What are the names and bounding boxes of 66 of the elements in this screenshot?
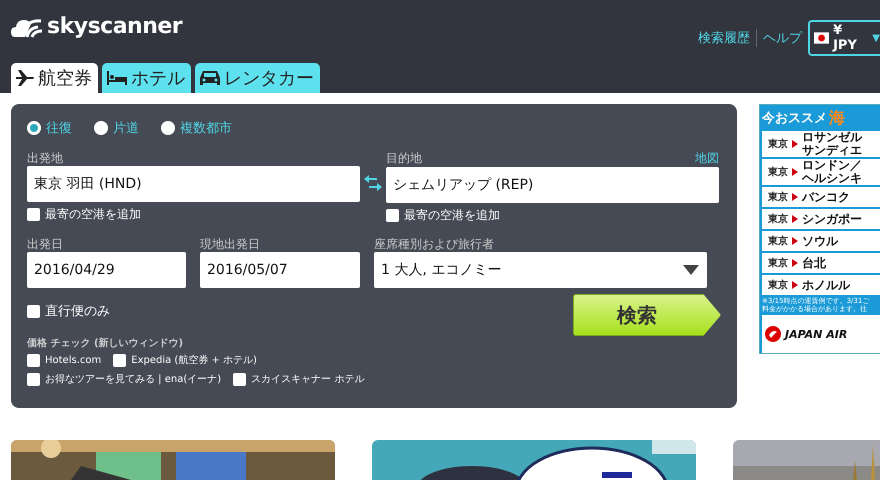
- arrow-icon: [792, 215, 798, 223]
- radio-label: 片道: [113, 120, 139, 137]
- price-check-option[interactable]: Expedia (航空券 + ホテル): [113, 353, 257, 367]
- field-label: 座席種別および旅行者: [374, 236, 495, 252]
- direct-checkbox[interactable]: 直行便のみ: [27, 302, 397, 320]
- arrow-icon: [792, 193, 798, 201]
- tab[interactable]: 航空券: [11, 63, 98, 93]
- price-check-option[interactable]: スカイスキャナー ホテル: [233, 372, 364, 386]
- ad-title: 今おススメ: [762, 110, 827, 127]
- bed-icon: [106, 70, 128, 86]
- arrow-icon: [792, 281, 798, 289]
- route-row[interactable]: 東京 ソウル: [762, 231, 880, 251]
- checkbox-label: スカイスキャナー ホテル: [251, 373, 364, 386]
- caret-icon: ▼: [872, 32, 880, 44]
- nearby-checkbox[interactable]: 最寄の空港を追加: [27, 206, 360, 223]
- date-field[interactable]: 2016/04/29: [27, 252, 186, 288]
- route-row[interactable]: 東京 ロンドン／ ヘルシンキ: [762, 159, 880, 185]
- map-link[interactable]: 地図: [695, 150, 719, 167]
- tab[interactable]: ホテル: [102, 63, 191, 93]
- route-row[interactable]: 東京 ロサンゼル サンディエ: [762, 131, 880, 157]
- arrow-icon: [792, 237, 798, 245]
- checkbox-label: Expedia (航空券 + ホテル): [131, 354, 257, 367]
- cabin-select[interactable]: 1 大人, エコノミー: [374, 252, 707, 288]
- radio-label: 往復: [46, 120, 72, 137]
- tab[interactable]: レンタカー: [195, 63, 320, 93]
- crane-logo-icon: [765, 326, 781, 342]
- arrow-icon: [792, 140, 798, 148]
- plane-icon: [15, 69, 35, 87]
- route-row[interactable]: 東京 シンガポー: [762, 209, 880, 229]
- checkbox-label: Hotels.com: [45, 354, 102, 366]
- field-label: 目的地: [386, 150, 422, 166]
- currency-label: ¥ JPY: [833, 23, 858, 53]
- checkbox-label: お得なツアーを見てみる | ena(イーナ): [45, 373, 222, 386]
- destination-field[interactable]: シェムリアップ (REP): [386, 167, 719, 203]
- trip-type-radio[interactable]: 片道: [94, 118, 139, 138]
- header-link[interactable]: 検索履歴: [698, 29, 750, 47]
- ad-title-accent: 海: [829, 108, 845, 128]
- route-row[interactable]: 東京 バンコク: [762, 187, 880, 207]
- trip-type-radio[interactable]: 往復: [27, 118, 72, 138]
- logo-text[interactable]: skyscanner: [47, 14, 182, 39]
- date-field[interactable]: 2016/05/07: [200, 252, 360, 288]
- radio-label: 複数都市: [180, 120, 232, 137]
- arrow-icon: [792, 259, 798, 267]
- trip-type-radio[interactable]: 複数都市: [161, 118, 232, 138]
- price-check-option[interactable]: お得なツアーを見てみる | ena(イーナ): [27, 372, 222, 386]
- checkbox-label: 直行便のみ: [45, 303, 110, 320]
- arrow-icon: [792, 168, 798, 176]
- field-label: 現地出発日: [200, 236, 261, 252]
- header-link[interactable]: ヘルプ: [763, 29, 802, 47]
- search-button[interactable]: 検索: [573, 294, 721, 336]
- field-label: 出発日: [27, 236, 64, 252]
- japan-flag-icon: [814, 32, 830, 44]
- dropdown-arrow-icon: [683, 265, 699, 275]
- route-row[interactable]: 東京 ホノルル: [762, 275, 880, 295]
- car-icon: [199, 69, 221, 87]
- price-check-option[interactable]: Hotels.com: [27, 353, 102, 367]
- checkbox-label: 最寄の空港を追加: [45, 206, 141, 223]
- checkbox-label: 最寄の空港を追加: [404, 207, 500, 224]
- currency-selector[interactable]: ¥ JPY ▼: [808, 20, 880, 56]
- nearby-checkbox[interactable]: 最寄の空港を追加: [386, 207, 719, 224]
- price-check-title: 価格 チェック (新しいウィンドウ): [27, 336, 184, 350]
- route-row[interactable]: 東京 台北: [762, 253, 880, 273]
- airline-name: JAPAN AIR: [785, 328, 848, 340]
- origin-field[interactable]: 東京 羽田 (HND): [27, 166, 360, 202]
- field-label: 出発地: [27, 150, 64, 166]
- swap-icon[interactable]: [363, 175, 383, 191]
